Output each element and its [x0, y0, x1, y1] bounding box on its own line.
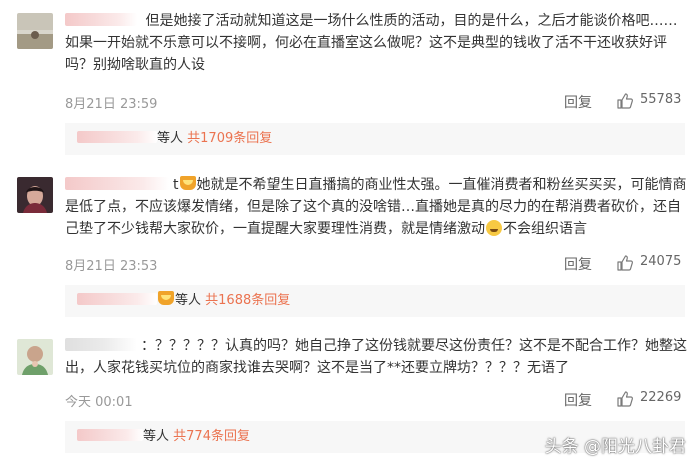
replies-count-link[interactable]: 共1709条回复	[187, 131, 272, 146]
comment-meta: 今天 00:01 回复 22269	[65, 389, 685, 410]
username-blurred[interactable]	[65, 177, 169, 190]
comment-text: t 她就是不希望生日直播搞的商业性太强。一直催消费者和粉丝买买买，可能情商是低了点…	[65, 174, 687, 240]
reply-button[interactable]: 回复	[564, 390, 592, 410]
replies-suffix: 等人	[175, 293, 202, 308]
reply-username-blurred	[77, 293, 157, 305]
comment-body-end: 不会组织语言	[503, 221, 587, 237]
comment-time: 8月21日 23:59	[65, 97, 158, 112]
replies-suffix: 等人	[157, 131, 184, 146]
comment-body: 但是她接了活动就知道这是一场什么性质的活动，目的是什么，之后才能谈价格吧…… 如…	[65, 13, 678, 73]
thumbs-up-icon	[617, 255, 633, 271]
thumbs-up-icon	[617, 93, 633, 109]
replies-count-link[interactable]: 共1688条回复	[205, 293, 290, 308]
reply-username-blurred	[77, 131, 157, 143]
comment-text: 但是她接了活动就知道这是一场什么性质的活动，目的是什么，之后才能谈价格吧…… 如…	[65, 10, 687, 76]
reply-button[interactable]: 回复	[564, 254, 592, 274]
cry-laugh-emoji-icon	[486, 220, 502, 236]
comment-meta: 8月21日 23:53 回复 24075	[65, 253, 685, 274]
crown-icon	[179, 176, 196, 190]
avatar[interactable]	[17, 13, 53, 49]
comment-meta: 8月21日 23:59 回复 55783	[65, 91, 685, 112]
replies-bar[interactable]: 等人 共1709条回复	[65, 123, 685, 155]
username-blurred[interactable]	[65, 13, 137, 26]
like-count: 24075	[640, 254, 682, 269]
like-count: 22269	[640, 390, 682, 405]
comment-body: ：？？？？？认真的吗？她自己挣了这份钱就要尽这份责任？这不是不配合工作？她整这出…	[65, 338, 687, 376]
watermark: 头条 @阳光八卦君	[544, 437, 686, 457]
comment-time: 今天 00:01	[65, 395, 133, 410]
reply-button[interactable]: 回复	[564, 92, 592, 112]
username-tail: t	[173, 177, 179, 193]
comment-text: ：？？？？？认真的吗？她自己挣了这份钱就要尽这份责任？这不是不配合工作？她整这出…	[65, 335, 687, 379]
comment-item: t 她就是不希望生日直播搞的商业性太强。一直催消费者和粉丝买买买，可能情商是低了点…	[0, 163, 700, 318]
username-blurred[interactable]	[65, 338, 137, 351]
reply-username-blurred	[77, 429, 143, 441]
replies-suffix: 等人	[143, 429, 170, 444]
replies-count-link[interactable]: 共774条回复	[173, 429, 250, 444]
like-count: 55783	[640, 92, 682, 107]
crown-icon	[158, 291, 174, 305]
comment-item: 但是她接了活动就知道这是一场什么性质的活动，目的是什么，之后才能谈价格吧…… 如…	[0, 0, 700, 163]
avatar[interactable]	[17, 339, 53, 375]
avatar[interactable]	[17, 177, 53, 213]
comment-time: 8月21日 23:53	[65, 259, 158, 274]
replies-bar[interactable]: 等人 共1688条回复	[65, 285, 685, 317]
thumbs-up-icon	[617, 391, 633, 407]
